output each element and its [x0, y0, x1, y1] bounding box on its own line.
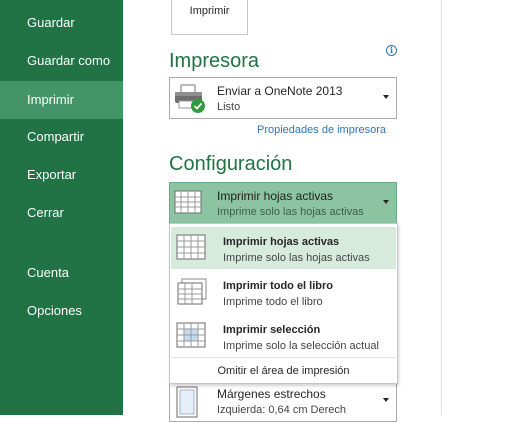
info-icon[interactable]: i — [386, 45, 397, 56]
settings-section-title: Configuración — [169, 153, 293, 175]
nav-item-exportar[interactable]: Exportar — [0, 156, 123, 194]
menu-divider — [171, 357, 396, 358]
nav-item-guardar[interactable]: Guardar — [0, 4, 123, 42]
printer-properties-link[interactable]: Propiedades de impresora — [257, 124, 386, 136]
printer-name: Enviar a OneNote 2013 — [217, 84, 343, 98]
nav-item-compartir[interactable]: Compartir — [0, 118, 123, 156]
menu-item-active-sheets[interactable]: Imprimir hojas activas Imprime solo las … — [171, 227, 396, 269]
menu-item-subtitle: Imprime solo la selección actual — [223, 340, 379, 352]
print-what-dropdown[interactable]: Imprimir hojas activas Imprime solo las … — [169, 182, 397, 224]
print-what-subtitle: Imprime solo las hojas activas — [217, 206, 364, 218]
nav-item-opciones[interactable]: Opciones — [0, 292, 123, 330]
backstage-nav: Guardar Guardar como Imprimir Compartir … — [0, 0, 123, 415]
menu-item-title: Imprimir selección — [223, 324, 321, 336]
printer-section-title: Impresora — [169, 50, 260, 72]
nav-item-guardar-como[interactable]: Guardar como — [0, 42, 123, 80]
sheet-grid-icon — [174, 190, 202, 214]
chevron-down-icon — [383, 200, 389, 204]
printer-icon — [175, 84, 205, 113]
menu-item-title: Imprimir hojas activas — [223, 236, 340, 248]
menu-item-title: Imprimir todo el libro — [223, 280, 334, 292]
menu-item-selection[interactable]: Imprimir selección Imprime solo la selec… — [171, 315, 396, 357]
menu-item-entire-workbook[interactable]: Imprimir todo el libro Imprime todo el l… — [171, 271, 396, 313]
nav-item-imprimir[interactable]: Imprimir — [0, 81, 123, 119]
printer-status: Listo — [217, 101, 241, 113]
print-button[interactable]: Imprimir — [171, 0, 248, 35]
print-what-title: Imprimir hojas activas — [217, 189, 334, 203]
margins-icon — [176, 386, 198, 418]
nav-item-cerrar[interactable]: Cerrar — [0, 194, 123, 232]
chevron-down-icon — [383, 95, 389, 99]
selection-icon — [176, 322, 206, 348]
margins-title: Márgenes estrechos — [217, 387, 326, 401]
menu-item-subtitle: Imprime todo el libro — [223, 296, 323, 308]
margins-subtitle: Izquierda: 0,64 cm Derech — [217, 404, 347, 416]
print-what-menu: Imprimir hojas activas Imprime solo las … — [169, 223, 398, 384]
panel-divider — [441, 0, 442, 415]
print-button-label: Imprimir — [189, 5, 230, 17]
workbook-icon — [177, 278, 207, 305]
active-sheets-icon — [176, 234, 206, 260]
chevron-down-icon — [383, 398, 389, 402]
ignore-print-area-option[interactable]: Omitir el área de impresión — [170, 360, 397, 382]
margins-dropdown[interactable]: Márgenes estrechos Izquierda: 0,64 cm De… — [169, 380, 397, 422]
menu-item-subtitle: Imprime solo las hojas activas — [223, 252, 370, 264]
printer-dropdown[interactable]: Enviar a OneNote 2013 Listo — [169, 77, 397, 119]
nav-item-cuenta[interactable]: Cuenta — [0, 254, 123, 292]
